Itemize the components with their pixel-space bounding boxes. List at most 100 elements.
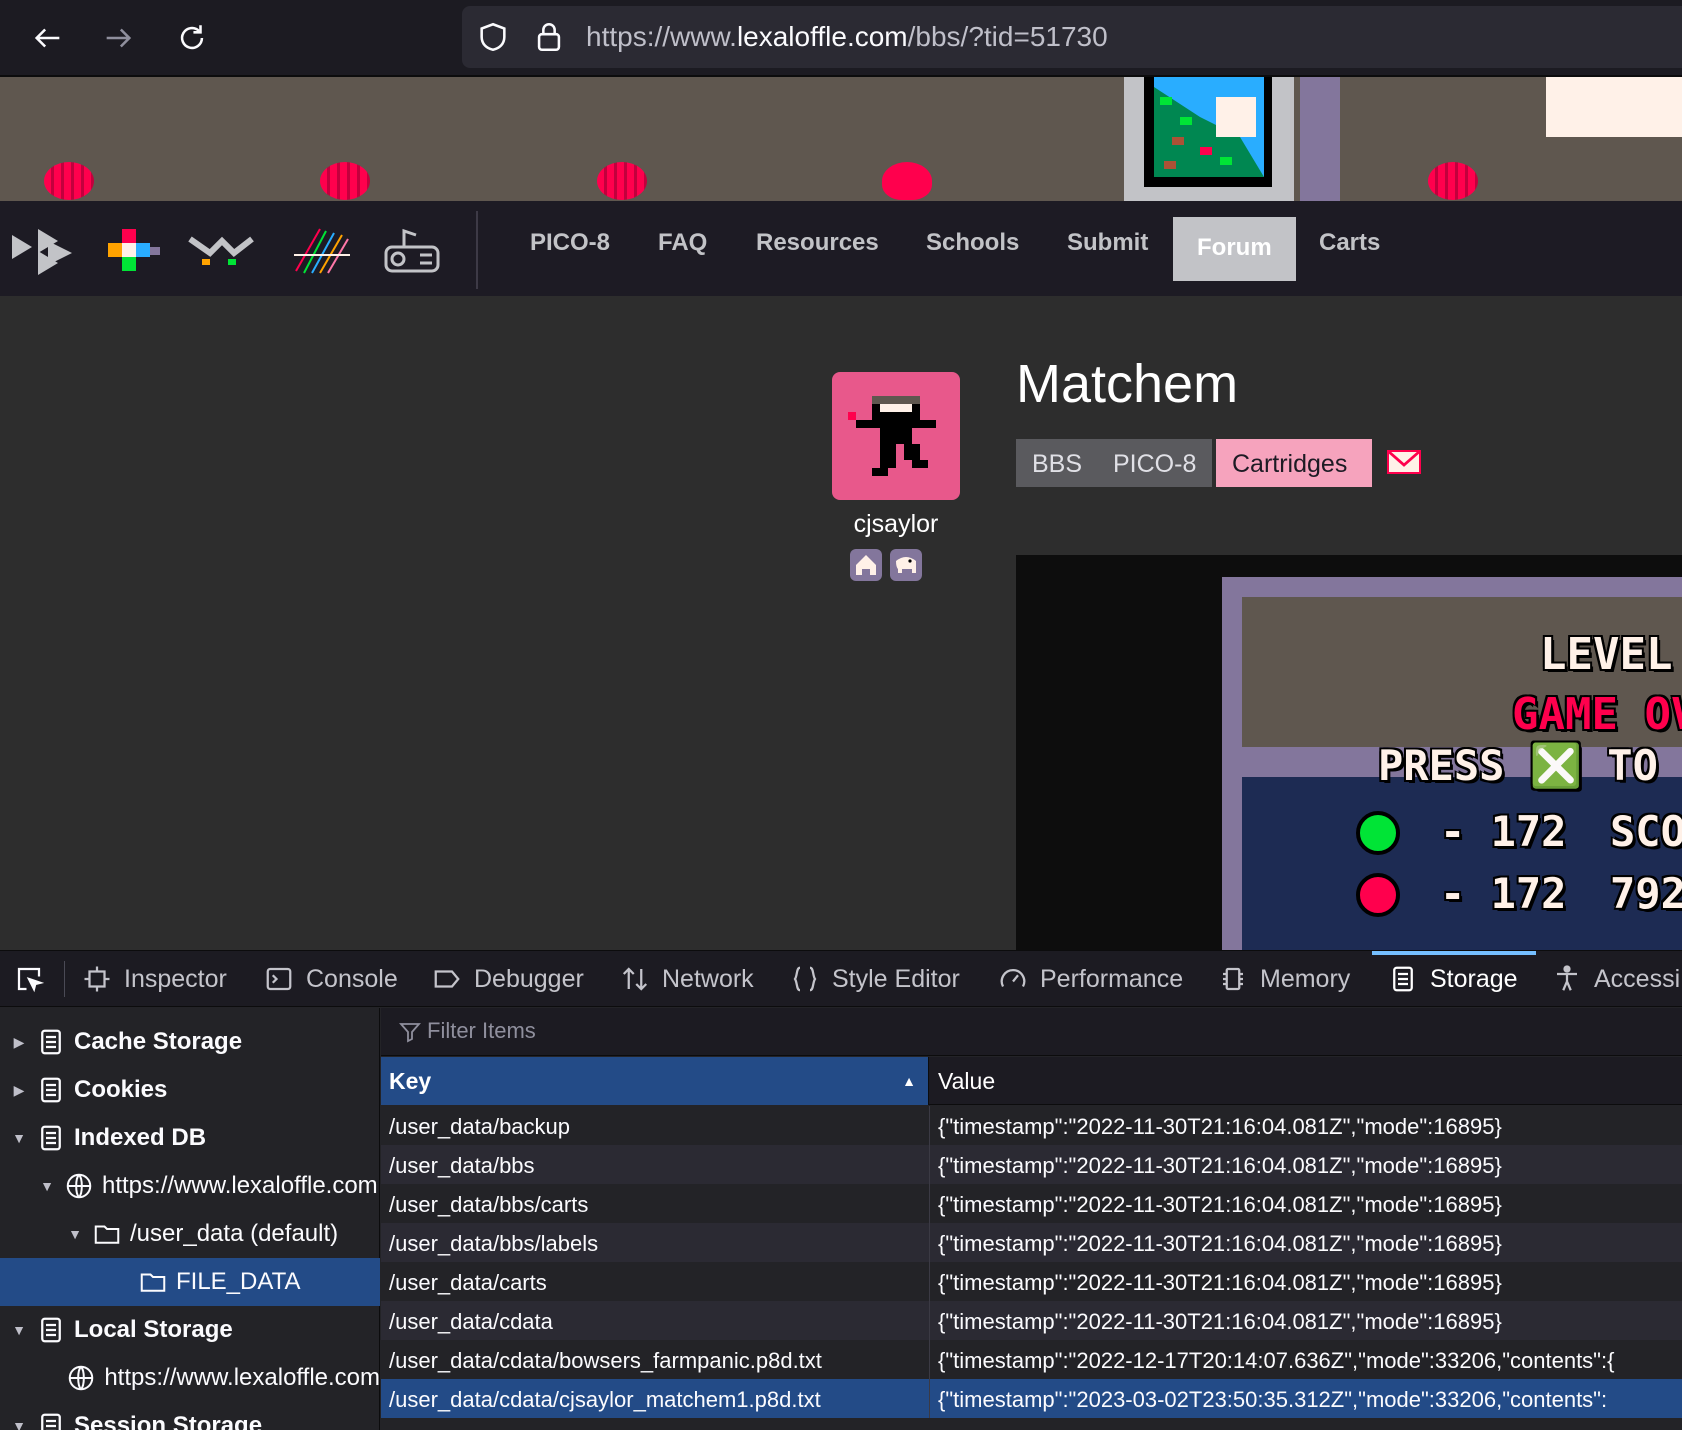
collapse-icon[interactable]: ▼ xyxy=(38,1178,56,1194)
game-score-label: SCO xyxy=(1610,807,1682,856)
pick-element-button[interactable] xyxy=(14,951,56,1007)
table-row[interactable]: /user_data/carts {"timestamp":"2022-11-3… xyxy=(381,1262,1682,1301)
reload-button[interactable] xyxy=(166,12,218,64)
active-tab-indicator xyxy=(1372,951,1536,955)
cell-key: /user_data/cdata xyxy=(389,1309,553,1334)
expand-icon[interactable]: ▶ xyxy=(10,1034,28,1051)
tab-accessibility[interactable]: Accessi xyxy=(1552,951,1680,1007)
cell-key: /user_data/bbs/carts xyxy=(389,1192,589,1217)
database-icon xyxy=(41,1317,61,1343)
nav-forum[interactable]: Forum xyxy=(1173,217,1296,281)
accessibility-icon xyxy=(1557,965,1577,991)
filter-input[interactable] xyxy=(427,1018,1027,1044)
globe-icon xyxy=(66,1173,92,1199)
tree-session-storage[interactable]: ▼ Session Storage xyxy=(0,1402,380,1430)
back-icon xyxy=(34,28,60,48)
tab-inspector[interactable]: Inspector xyxy=(82,951,227,1007)
tree-idb-database[interactable]: ▼ /user_data (default) xyxy=(0,1210,380,1258)
collapse-icon[interactable]: ▼ xyxy=(10,1130,28,1146)
game-water xyxy=(1242,777,1682,950)
table-row[interactable]: /user_data/bbs/labels {"timestamp":"2022… xyxy=(381,1223,1682,1262)
cell-key: /user_data/cdata/bowsers_farmpanic.p8d.t… xyxy=(389,1348,822,1373)
nav-pico8[interactable]: PICO-8 xyxy=(530,229,610,257)
breadcrumb-bbs[interactable]: BBS xyxy=(1016,439,1099,487)
tab-console[interactable]: Console xyxy=(264,951,398,1007)
cart-logo-icon[interactable] xyxy=(380,225,446,277)
breadcrumb-pico8[interactable]: PICO-8 xyxy=(1097,439,1213,487)
tab-debugger[interactable]: Debugger xyxy=(432,951,584,1007)
table-row[interactable]: /user_data/bbs {"timestamp":"2022-11-30T… xyxy=(381,1145,1682,1184)
mail-icon[interactable] xyxy=(1386,447,1422,477)
filter-bar xyxy=(381,1008,1682,1056)
red-orb-icon xyxy=(1356,873,1400,917)
game-player[interactable]: LEVEL GAME OV PRESS ❎ TO - 172 SCO - 172… xyxy=(1016,555,1682,950)
url-text[interactable]: https://www.lexaloffle.com/bbs/?tid=5173… xyxy=(586,21,1108,53)
database-icon xyxy=(1393,966,1413,992)
avatar[interactable] xyxy=(832,372,960,500)
collapse-icon[interactable]: ▼ xyxy=(10,1322,28,1338)
nav-carts[interactable]: Carts xyxy=(1319,229,1380,257)
home-icon[interactable] xyxy=(850,549,882,581)
tree-local-storage[interactable]: ▼ Local Storage xyxy=(0,1306,380,1354)
sort-ascending-icon: ▲ xyxy=(902,1073,916,1089)
lexaloffle-logo-icon[interactable] xyxy=(8,225,74,277)
tree-cache-storage[interactable]: ▶ Cache Storage xyxy=(0,1018,380,1066)
tree-idb-origin[interactable]: ▼ https://www.lexaloffle.com xyxy=(0,1162,380,1210)
memory-chip-icon xyxy=(1223,967,1243,991)
table-row[interactable]: /user_data/bbs/carts {"timestamp":"2022-… xyxy=(381,1184,1682,1223)
tree-idb-store[interactable]: FILE_DATA xyxy=(0,1258,380,1306)
tree-ls-origin[interactable]: https://www.lexaloffle.com xyxy=(0,1354,380,1402)
banner-pixel-art xyxy=(1546,77,1682,137)
ninja-avatar-icon xyxy=(848,396,936,476)
collapse-icon[interactable]: ▼ xyxy=(66,1226,84,1242)
breadcrumb-cartridges[interactable]: Cartridges xyxy=(1216,439,1372,487)
tab-performance[interactable]: Performance xyxy=(998,951,1183,1007)
table-row[interactable]: /user_data/cdata {"timestamp":"2022-11-3… xyxy=(381,1301,1682,1340)
green-orb-icon xyxy=(1356,811,1400,855)
tree-label: /user_data (default) xyxy=(130,1220,339,1247)
url-bar[interactable]: https://www.lexaloffle.com/bbs/?tid=5173… xyxy=(462,6,1682,68)
game-over-text: GAME OV xyxy=(1512,689,1682,740)
column-header-value[interactable]: Value xyxy=(930,1057,1682,1105)
nav-submit[interactable]: Submit xyxy=(1067,229,1148,257)
gauge-icon xyxy=(1000,969,1026,988)
nav-schools[interactable]: Schools xyxy=(926,229,1019,257)
cell-value: {"timestamp":"2022-11-30T21:16:04.081Z",… xyxy=(938,1309,1502,1334)
column-header-key[interactable]: Key ▲ xyxy=(381,1057,929,1105)
tree-label: Session Storage xyxy=(74,1412,263,1430)
expand-icon[interactable]: ▶ xyxy=(10,1082,28,1099)
tab-storage[interactable]: Storage xyxy=(1388,951,1518,1007)
tree-indexed-db[interactable]: ▼ Indexed DB xyxy=(0,1114,380,1162)
devtools-panel: Inspector Console Debugger Network Style… xyxy=(0,950,1682,1430)
game-screen[interactable]: LEVEL GAME OV PRESS ❎ TO - 172 SCO - 172… xyxy=(1222,577,1682,950)
network-icon xyxy=(622,967,648,991)
voxatron-logo-icon[interactable] xyxy=(188,225,254,277)
tab-label: Network xyxy=(662,964,754,993)
tab-network[interactable]: Network xyxy=(620,951,754,1007)
tab-memory[interactable]: Memory xyxy=(1218,951,1350,1007)
banner-decoration xyxy=(597,162,647,200)
tree-label: FILE_DATA xyxy=(176,1268,301,1295)
table-row[interactable]: /user_data/cdata/bowsers_farmpanic.p8d.t… xyxy=(381,1340,1682,1379)
shield-icon[interactable] xyxy=(476,20,510,54)
game-score-value: 792 xyxy=(1610,869,1682,918)
pico8-logo-icon[interactable] xyxy=(98,225,164,277)
nav-faq[interactable]: FAQ xyxy=(658,229,707,257)
elephant-icon[interactable] xyxy=(890,549,922,581)
collapse-icon[interactable]: ▼ xyxy=(10,1418,28,1430)
table-row[interactable]: /user_data/backup {"timestamp":"2022-11-… xyxy=(381,1106,1682,1145)
picotron-logo-icon[interactable] xyxy=(290,225,356,277)
author-name[interactable]: cjsaylor xyxy=(820,510,972,539)
table-row-selected[interactable]: /user_data/cdata/cjsaylor_matchem1.p8d.t… xyxy=(381,1379,1682,1418)
tab-style-editor[interactable]: Style Editor xyxy=(790,951,960,1007)
back-button[interactable] xyxy=(22,12,74,64)
database-icon xyxy=(41,1029,61,1055)
cell-key: /user_data/cdata/cjsaylor_matchem1.p8d.t… xyxy=(389,1387,821,1412)
nav-resources[interactable]: Resources xyxy=(756,229,879,257)
forward-button[interactable] xyxy=(92,12,144,64)
storage-tree: ▶ Cache Storage ▶ Cookies ▼ Indexed DB ▼… xyxy=(0,1008,380,1430)
database-icon xyxy=(41,1125,61,1151)
tree-cookies[interactable]: ▶ Cookies xyxy=(0,1066,380,1114)
lock-icon[interactable] xyxy=(532,20,566,54)
cell-key: /user_data/carts xyxy=(389,1270,547,1295)
